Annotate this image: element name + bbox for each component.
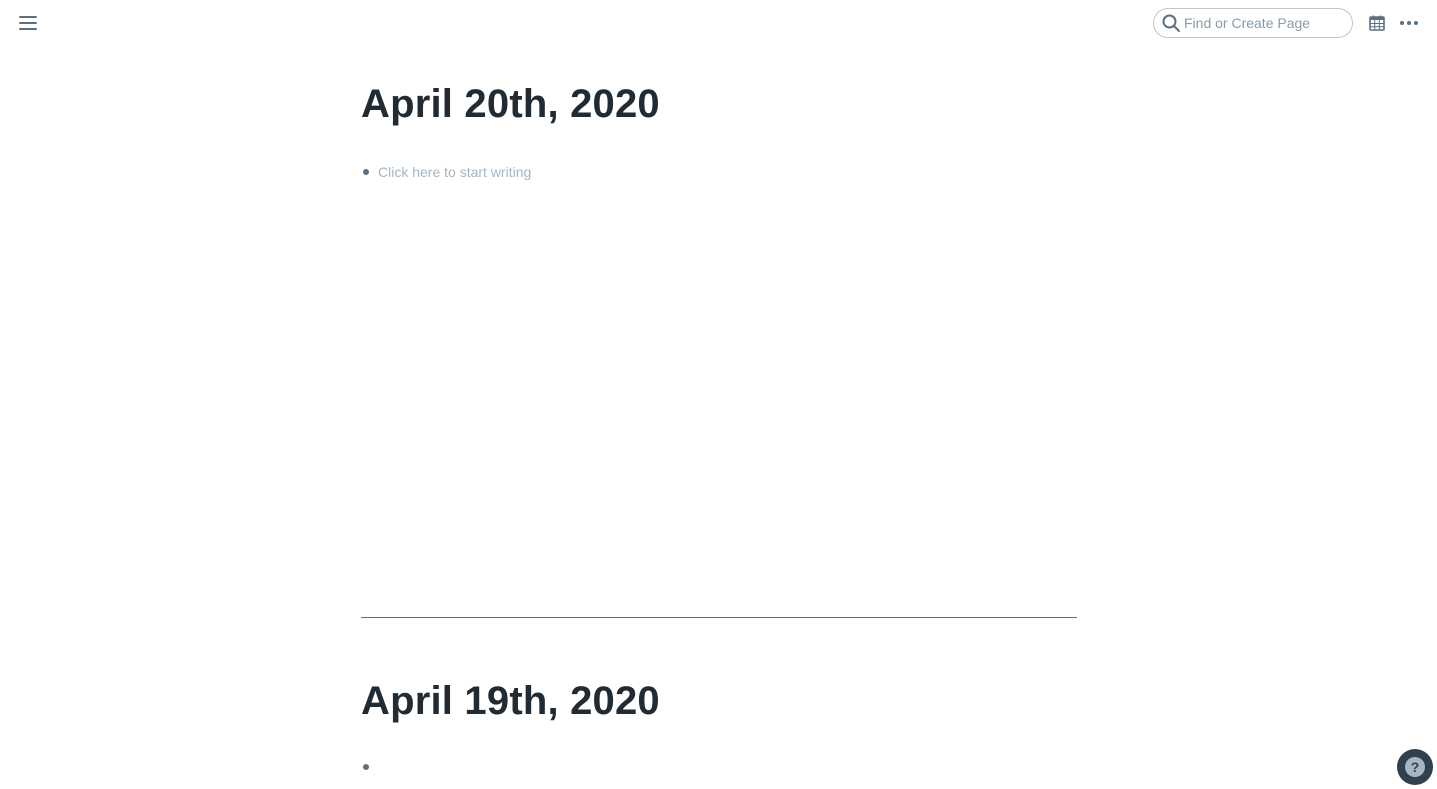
page-title[interactable]: April 20th, 2020 [361,80,1077,128]
block[interactable] [361,757,1077,777]
hamburger-menu-icon[interactable] [14,9,42,37]
more-horizontal-icon[interactable] [1396,10,1422,36]
bullet-icon[interactable] [363,169,369,175]
search-bar[interactable] [1153,8,1353,38]
top-bar [0,0,1437,45]
block-placeholder[interactable]: Click here to start writing [378,164,531,180]
daily-note-page: April 20th, 2020 Click here to start wri… [361,80,1077,182]
page-title[interactable]: April 19th, 2020 [361,677,1077,725]
search-icon [1160,12,1182,34]
calendar-icon[interactable] [1364,10,1390,36]
bullet-icon[interactable] [363,764,369,770]
page-divider [361,617,1077,618]
block[interactable]: Click here to start writing [361,162,1077,182]
help-button[interactable]: ? [1397,749,1433,785]
search-input[interactable] [1184,15,1344,31]
daily-note-page: April 19th, 2020 [361,677,1077,777]
help-icon: ? [1405,757,1425,777]
